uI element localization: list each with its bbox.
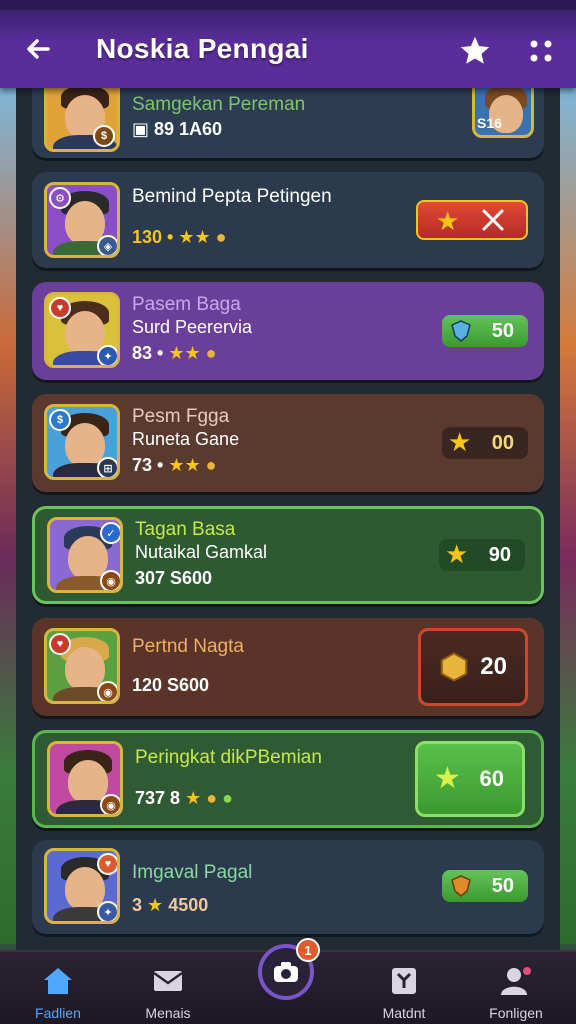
player-stats: 120 S600: [132, 675, 210, 695]
player-subtitle: Nutaikal Gamkal: [135, 542, 268, 562]
reward-value: 00: [491, 431, 514, 454]
nav-match-label: Matdnt: [382, 1005, 426, 1021]
reward-value: 20: [480, 653, 507, 680]
player-points: 4500: [168, 895, 209, 915]
notification-badge: 1: [296, 938, 320, 962]
player-name: Pesm Fgga: [132, 406, 230, 427]
reward-pill[interactable]: 50: [442, 315, 528, 347]
reward-value: 90: [488, 543, 511, 566]
player-stats: 130 •: [132, 227, 174, 247]
challenge-button[interactable]: ★: [416, 200, 528, 240]
list-item[interactable]: ♥ ◉ Pertnd Nagta 120 S600 20: [32, 618, 544, 716]
top-bar: Noskia Penngai: [0, 0, 576, 88]
list-item[interactable]: ♥ ✦ Imgaval Pagal 3 ★ 4500 50: [32, 840, 544, 934]
menu-button[interactable]: [526, 36, 556, 66]
coin-icon: ●: [206, 788, 218, 808]
player-stats-line: 3 ★ 4500: [132, 894, 252, 916]
star-icon: ★: [434, 762, 461, 795]
player-stats: 3: [132, 895, 143, 915]
reward-pill[interactable]: ★ 90: [439, 539, 525, 571]
star-icon: ★: [147, 895, 164, 915]
badge-icon: ●: [222, 788, 233, 808]
list-item[interactable]: ♥ ✦ Pasem Baga Surd Peerervia 83 • ★★ ● …: [32, 282, 544, 380]
reward-pill[interactable]: ★ 00: [442, 427, 528, 459]
list-item[interactable]: ⚙ ◈ Bemind Pepta Petingen 130 • ★★ ● ★: [32, 172, 544, 268]
list-item[interactable]: $ Samgekan Pereman ▣ 89 1A60 S16: [32, 88, 544, 158]
player-avatar: ⚙ ◈: [44, 182, 120, 258]
dots-grid-icon: [530, 40, 552, 62]
player-name: Peringkat dikPBemian: [135, 747, 322, 768]
reward-button[interactable]: 20: [418, 628, 528, 706]
coin-icon: ●: [205, 455, 217, 475]
favorite-button[interactable]: [458, 34, 492, 68]
reward-pill[interactable]: 50: [442, 870, 528, 902]
star-icon: [460, 36, 490, 64]
back-arrow-icon: [27, 39, 50, 59]
player-avatar: ♥ ◉: [44, 628, 120, 704]
player-name: Pertnd Nagta: [132, 636, 244, 657]
player-avatar: $ ⊞: [44, 404, 120, 480]
camera-button[interactable]: 1: [258, 938, 320, 1000]
reward-button[interactable]: ★ 60: [415, 741, 525, 817]
player-stats: 83 •: [132, 343, 164, 363]
list-item[interactable]: $ ⊞ Pesm Fgga Runeta Gane 73 • ★★ ● ★ 00: [32, 394, 544, 492]
list-item[interactable]: ✓ ◉ Tagan Basa Nutaikal Gamkal 307 S600 …: [32, 506, 544, 604]
opponent-score: S16: [477, 115, 502, 131]
trophy-icon: [392, 968, 416, 994]
star-icon: ★: [436, 206, 460, 236]
camera-icon: [274, 962, 298, 982]
player-name: Tagan Basa: [135, 519, 236, 540]
player-avatar: $: [44, 88, 120, 152]
shield-gem-icon: [451, 320, 471, 342]
crossed-swords-icon: [482, 209, 504, 231]
player-stats: ▣ 89 1A60: [132, 119, 223, 139]
player-stats-line: 83 • ★★ ●: [132, 342, 252, 364]
coin-icon: ●: [205, 343, 217, 363]
reward-value: 60: [479, 766, 504, 791]
player-name: Pasem Baga: [132, 294, 241, 315]
player-avatar: ♥ ✦: [44, 848, 120, 924]
nav-profile[interactable]: Fonligen: [466, 966, 566, 1021]
bottom-nav: Fadlien Menais 1 Matdnt Fonligen: [0, 938, 576, 1024]
nav-home-label: Fadlien: [35, 1005, 81, 1021]
star-icon: ★: [185, 788, 202, 808]
ranking-list: $ Samgekan Pereman ▣ 89 1A60 S16 ⚙ ◈ Bem…: [16, 88, 560, 950]
player-stats-line: 737 8 ★ ● ●: [135, 787, 322, 809]
nav-profile-label: Fonligen: [489, 1005, 543, 1021]
star-icon: ★★: [168, 343, 201, 363]
back-button[interactable]: [24, 35, 52, 63]
player-stats: 737 8: [135, 788, 181, 808]
page-title: Noskia Penngai: [96, 33, 309, 64]
player-stats-line: 73 • ★★ ●: [132, 454, 239, 476]
player-stats: 307 S600: [135, 568, 213, 588]
list-item[interactable]: ◉ Peringkat dikPBemian 737 8 ★ ● ● ★ 60: [32, 730, 544, 828]
nav-messages[interactable]: Menais: [118, 966, 218, 1021]
reward-value: 50: [491, 874, 514, 897]
nav-match[interactable]: Matdnt: [354, 966, 454, 1021]
hex-coin-icon: [440, 652, 468, 682]
player-subtitle: Runeta Gane: [132, 429, 240, 449]
mail-icon: [153, 971, 183, 991]
star-icon: ★: [448, 427, 472, 457]
player-name: Samgekan Pereman: [132, 94, 306, 115]
player-stats-line: 130 • ★★ ●: [132, 226, 332, 248]
player-name: Imgaval Pagal: [132, 862, 253, 883]
player-subtitle: Surd Peerervia: [132, 317, 253, 337]
coin-icon: ●: [215, 227, 227, 247]
star-icon: ★★: [168, 455, 201, 475]
reward-value: 50: [491, 319, 514, 342]
star-icon: ★: [445, 539, 469, 569]
star-icon: ★★: [178, 227, 211, 247]
opponent-avatar: S16: [472, 88, 534, 138]
player-stats: 73 •: [132, 455, 164, 475]
shield-gem-icon: [451, 875, 471, 897]
home-icon: [44, 968, 72, 994]
player-avatar: ♥ ✦: [44, 292, 120, 368]
nav-home[interactable]: Fadlien: [8, 966, 108, 1021]
nav-messages-label: Menais: [145, 1005, 191, 1021]
player-avatar: ✓ ◉: [47, 517, 123, 593]
player-avatar: ◉: [47, 741, 123, 817]
profile-icon: [501, 967, 531, 995]
player-name: Bemind Pepta Petingen: [132, 186, 332, 207]
